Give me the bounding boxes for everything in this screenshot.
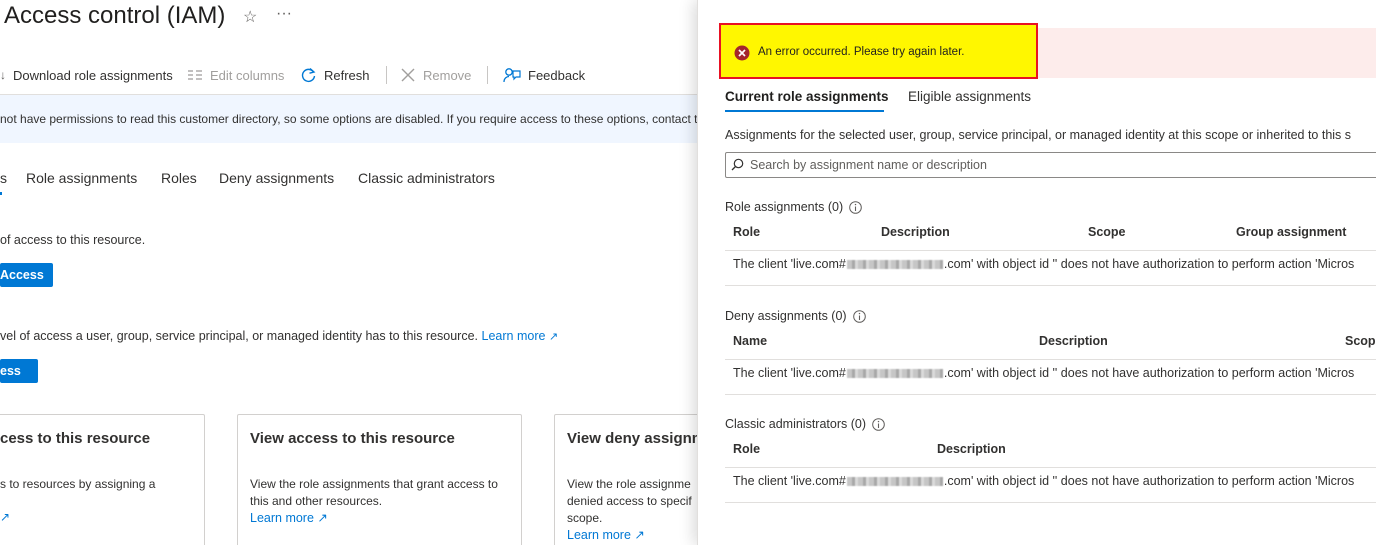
check-access-text: vel of access a user, group, service pri… xyxy=(0,329,479,343)
tab-eligible-assignments[interactable]: Eligible assignments xyxy=(908,89,1031,104)
tab-role-assignments[interactable]: Role assignments xyxy=(26,170,137,186)
search-placeholder: Search by assignment name or description xyxy=(750,158,987,172)
close-icon xyxy=(401,68,415,82)
columns-icon xyxy=(188,70,202,80)
remove-button[interactable]: Remove xyxy=(400,66,471,84)
column-header[interactable]: Scope xyxy=(1345,334,1376,348)
table-row: The client 'live.com# .com' with object i… xyxy=(733,474,1354,488)
learn-more-label: Learn more xyxy=(481,329,546,343)
card-title: View access to this resource xyxy=(250,430,455,447)
feedback-button[interactable]: Feedback xyxy=(503,66,585,84)
table-row: The client 'live.com# .com' with object i… xyxy=(733,366,1354,380)
column-header[interactable]: Scope xyxy=(1088,225,1126,239)
active-tab-indicator xyxy=(0,192,2,195)
download-icon: ↓ xyxy=(0,68,6,82)
column-header[interactable]: Role xyxy=(733,442,760,456)
info-icon[interactable] xyxy=(852,309,866,323)
info-icon[interactable] xyxy=(849,200,862,214)
card-title: View deny assignm xyxy=(567,430,706,447)
tab-check-access[interactable]: s xyxy=(0,170,7,186)
refresh-button[interactable]: Refresh xyxy=(300,66,370,84)
learn-more-link[interactable]: Learn more ↗ xyxy=(250,510,328,525)
search-icon xyxy=(731,158,744,171)
section-title-label: Role assignments (0) xyxy=(725,200,844,214)
redacted-email xyxy=(846,260,943,270)
column-header[interactable]: Group assignment xyxy=(1236,225,1346,239)
external-link-icon: ↗ xyxy=(634,528,645,542)
tab-current-role-assignments[interactable]: Current role assignments xyxy=(725,89,889,104)
row-text-suffix: .com' with object id '' does not have au… xyxy=(943,474,1355,488)
redacted-email xyxy=(846,477,943,487)
error-icon xyxy=(734,45,750,61)
download-role-assignments-label: Download role assignments xyxy=(13,67,173,83)
grant-access-description: of access to this resource. xyxy=(0,233,146,247)
row-text-prefix: The client 'live.com# xyxy=(733,257,846,271)
card-text: View the role assignme denied access to … xyxy=(567,477,692,525)
deny-assignments-section-title: Deny assignments (0) xyxy=(725,309,866,323)
learn-more-link[interactable]: Learn more ↗ xyxy=(567,527,645,542)
refresh-icon xyxy=(301,67,316,82)
column-header[interactable]: Role xyxy=(733,225,760,239)
card-title: cess to this resource xyxy=(0,430,151,447)
column-header[interactable]: Name xyxy=(733,334,767,348)
panel-description: Assignments for the selected user, group… xyxy=(725,128,1352,142)
error-message: An error occurred. Please try again late… xyxy=(758,46,965,58)
row-text-prefix: The client 'live.com# xyxy=(733,474,846,488)
toolbar-divider xyxy=(487,66,488,84)
section-title-label: Classic administrators (0) xyxy=(725,417,867,431)
tab-classic-administrators[interactable]: Classic administrators xyxy=(358,170,495,186)
header-divider xyxy=(725,250,1376,251)
tab-roles[interactable]: Roles xyxy=(161,170,197,186)
check-access-label: ess xyxy=(0,364,21,378)
check-access-button[interactable]: ess xyxy=(0,359,38,383)
tab-deny-assignments[interactable]: Deny assignments xyxy=(219,170,334,186)
edit-columns-label: Edit columns xyxy=(210,67,285,83)
row-divider xyxy=(725,285,1376,286)
table-row: The client 'live.com# .com' with object i… xyxy=(733,257,1354,271)
edit-columns-button[interactable]: Edit columns xyxy=(187,66,284,84)
page-title: Access control (IAM) xyxy=(4,2,226,29)
header-divider xyxy=(725,359,1376,360)
star-icon[interactable]: ☆ xyxy=(243,7,257,27)
column-header[interactable]: Description xyxy=(1039,334,1108,348)
redacted-email xyxy=(846,369,943,379)
external-link-icon: ↗ xyxy=(317,511,328,525)
row-divider xyxy=(725,394,1376,395)
section-title-label: Deny assignments (0) xyxy=(725,309,847,323)
add-role-assignment-button[interactable]: Access xyxy=(0,263,53,287)
classic-administrators-section-title: Classic administrators (0) xyxy=(725,417,885,431)
external-link-icon[interactable]: ↗ xyxy=(0,510,10,524)
info-banner-text: not have permissions to read this custom… xyxy=(0,112,705,126)
check-access-description: vel of access a user, group, service pri… xyxy=(0,329,558,343)
row-text-suffix: .com' with object id '' does not have au… xyxy=(943,366,1355,380)
feedback-label: Feedback xyxy=(528,67,586,83)
role-assignments-panel xyxy=(697,0,1376,545)
info-icon[interactable] xyxy=(872,417,885,431)
card-text: s to resources by assigning a xyxy=(0,477,156,491)
learn-more-label: Learn more xyxy=(250,511,314,525)
card-text: View the role assignments that grant acc… xyxy=(250,477,498,508)
external-link-icon: ↗ xyxy=(548,331,559,343)
add-role-assignment-label: Access xyxy=(0,268,44,282)
remove-label: Remove xyxy=(423,67,472,83)
learn-more-link[interactable]: Learn more ↗ xyxy=(482,329,559,343)
feedback-icon xyxy=(503,67,521,82)
column-header[interactable]: Description xyxy=(937,442,1006,456)
download-role-assignments-button[interactable]: ↓ Download role assignments xyxy=(0,66,173,84)
refresh-label: Refresh xyxy=(324,67,370,83)
row-divider xyxy=(725,502,1376,503)
header-divider xyxy=(725,467,1376,468)
column-header[interactable]: Description xyxy=(881,225,950,239)
learn-more-label: Learn more xyxy=(567,528,631,542)
active-tab-indicator xyxy=(725,110,884,112)
row-text-suffix: .com' with object id '' does not have au… xyxy=(943,257,1355,271)
row-text-prefix: The client 'live.com# xyxy=(733,366,846,380)
more-icon[interactable]: ··· xyxy=(276,5,292,23)
role-assignments-section-title: Role assignments (0) xyxy=(725,200,862,214)
error-notification-bar xyxy=(1036,28,1376,78)
toolbar-divider xyxy=(386,66,387,84)
